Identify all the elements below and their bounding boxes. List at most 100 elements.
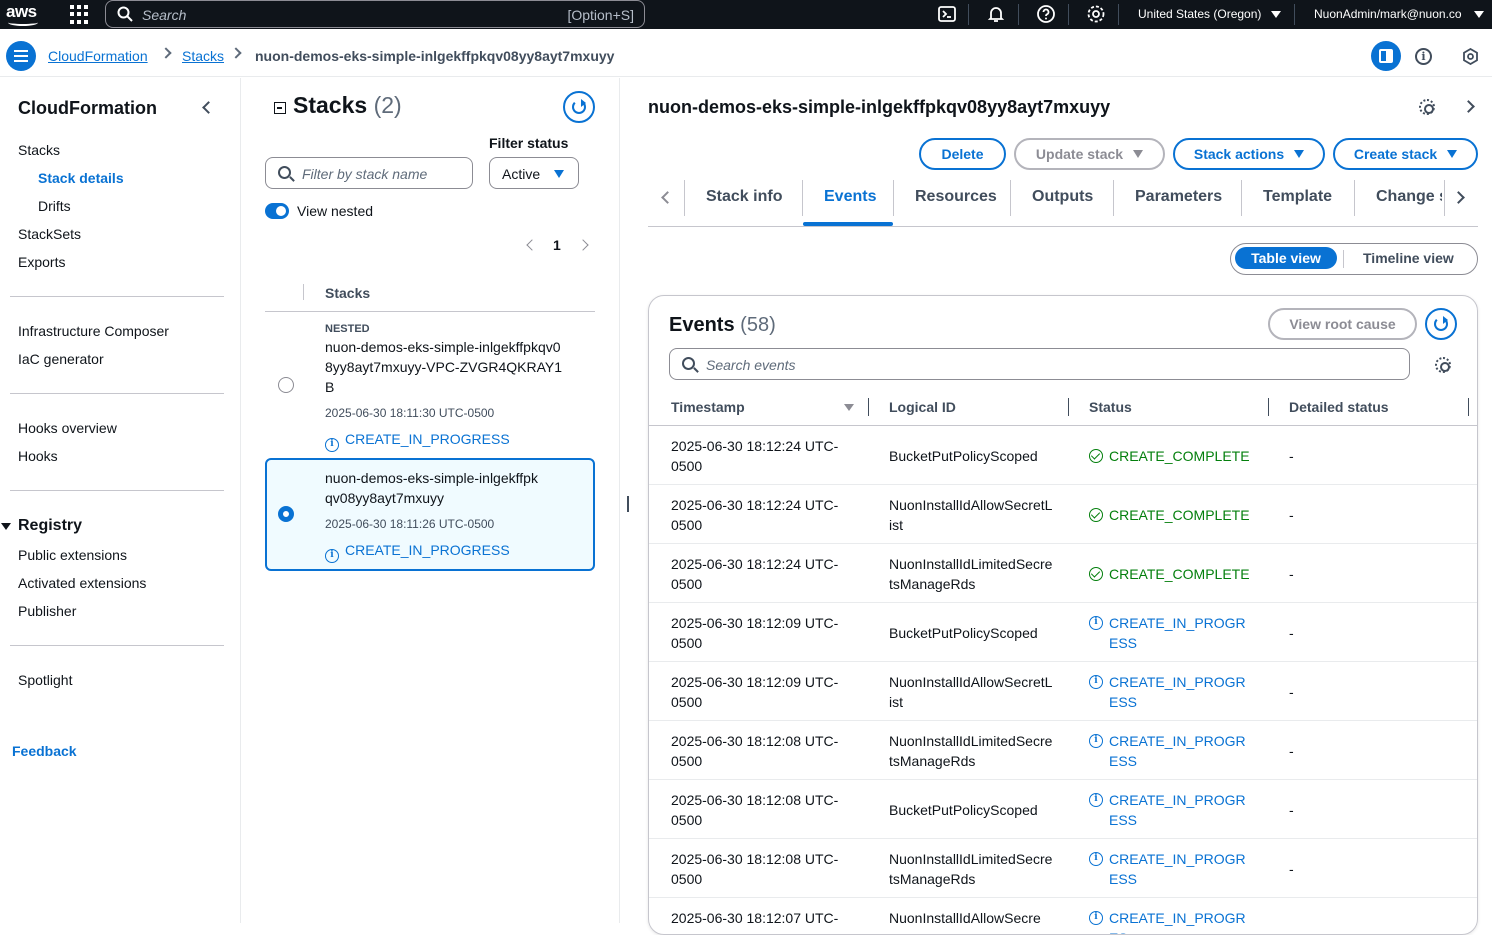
divider xyxy=(968,4,969,25)
bell-icon[interactable] xyxy=(986,4,1006,24)
settings-icon[interactable] xyxy=(1086,4,1106,24)
filter-status-select[interactable]: Active xyxy=(489,157,579,189)
event-logical-id: BucketPutPolicyScoped xyxy=(889,448,1038,464)
delete-button[interactable]: Delete xyxy=(919,138,1006,170)
nav-item-stack-details[interactable]: Stack details xyxy=(38,170,124,186)
aws-logo[interactable]: aws xyxy=(6,2,42,26)
tab-change-sets[interactable]: Change s xyxy=(1376,188,1442,206)
stack-radio[interactable] xyxy=(278,377,294,393)
tab-stack-info[interactable]: Stack info xyxy=(706,188,782,206)
table-row: 2025-06-30 18:12:09 UTC-0500 BucketPutPo… xyxy=(649,603,1477,662)
nav-item-spotlight[interactable]: Spotlight xyxy=(18,672,72,688)
chevron-right-icon[interactable] xyxy=(1462,100,1475,113)
split-panel-icon[interactable] xyxy=(1371,41,1401,71)
stack-created-time: 2025-06-30 18:11:30 UTC-0500 xyxy=(325,406,495,420)
refresh-button[interactable] xyxy=(563,91,595,123)
event-timestamp: 2025-06-30 18:12:24 UTC-0500 xyxy=(671,438,839,474)
page-number[interactable]: 1 xyxy=(553,237,561,253)
event-timestamp: 2025-06-30 18:12:09 UTC-0500 xyxy=(671,674,839,710)
info-icon[interactable]: i xyxy=(1415,48,1432,65)
stack-actions-button[interactable]: Stack actions xyxy=(1173,138,1325,170)
nav-item-infrastructure-composer[interactable]: Infrastructure Composer xyxy=(18,323,169,339)
breadcrumb-bar: CloudFormation Stacks nuon-demos-eks-sim… xyxy=(0,35,1492,77)
nav-divider xyxy=(10,296,224,297)
settings-icon[interactable] xyxy=(1419,99,1435,115)
next-page-icon[interactable] xyxy=(577,239,589,251)
stack-tabs: Stack info Events Resources Outputs Para… xyxy=(648,178,1478,227)
event-detailed-status: - xyxy=(1289,625,1294,641)
event-detailed-status: - xyxy=(1289,507,1294,523)
column-header-status[interactable]: Status xyxy=(1089,399,1132,415)
timeline-view-button[interactable]: Timeline view xyxy=(1363,250,1454,266)
column-header-timestamp[interactable]: Timestamp xyxy=(671,399,745,415)
previous-page-icon[interactable] xyxy=(526,239,538,251)
view-nested-toggle[interactable] xyxy=(265,203,289,219)
global-search-input[interactable]: Search [Option+S] xyxy=(105,0,645,28)
nav-item-drifts[interactable]: Drifts xyxy=(38,198,71,214)
nav-item-hooks[interactable]: Hooks xyxy=(18,448,58,464)
nav-item-public-extensions[interactable]: Public extensions xyxy=(18,547,127,563)
events-container: Events (58) View root cause Search event… xyxy=(648,295,1478,935)
table-view-button[interactable]: Table view xyxy=(1235,247,1337,269)
collapse-panel-icon[interactable] xyxy=(274,102,286,114)
caret-down-icon[interactable] xyxy=(1,523,11,530)
tab-resources[interactable]: Resources xyxy=(915,188,997,206)
divider xyxy=(1294,4,1295,25)
event-detailed-status: - xyxy=(1289,743,1294,759)
tab-parameters[interactable]: Parameters xyxy=(1135,188,1222,206)
chevron-left-icon[interactable] xyxy=(661,191,674,204)
sort-desc-icon[interactable] xyxy=(844,404,854,411)
info-icon: i xyxy=(1089,734,1103,748)
stack-row[interactable]: NESTED nuon-demos-eks-simple-inlgekffpkq… xyxy=(265,314,595,454)
global-search-placeholder: Search xyxy=(142,7,187,23)
tab-outputs[interactable]: Outputs xyxy=(1032,188,1093,206)
feedback-link[interactable]: Feedback xyxy=(12,743,77,759)
column-header-logical-id[interactable]: Logical ID xyxy=(889,399,956,415)
services-grid-icon[interactable] xyxy=(70,5,89,24)
view-root-cause-button[interactable]: View root cause xyxy=(1268,308,1417,340)
event-timestamp: 2025-06-30 18:12:09 UTC-0500 xyxy=(671,615,839,651)
event-timestamp: 2025-06-30 18:12:24 UTC-0500 xyxy=(671,556,839,592)
info-icon: i xyxy=(1089,675,1103,689)
chevron-left-icon[interactable] xyxy=(202,101,215,114)
stack-radio-selected[interactable] xyxy=(278,506,294,522)
search-events-input[interactable]: Search events xyxy=(669,348,1410,380)
nav-item-stacksets[interactable]: StackSets xyxy=(18,226,81,242)
menu-button[interactable] xyxy=(6,41,36,71)
settings-hexagon-icon[interactable] xyxy=(1462,48,1479,65)
refresh-events-button[interactable] xyxy=(1425,308,1457,340)
event-timestamp: 2025-06-30 18:12:24 UTC-0500 xyxy=(671,497,839,533)
breadcrumb-stacks[interactable]: Stacks xyxy=(182,48,224,64)
chevron-right-icon[interactable] xyxy=(1452,191,1465,204)
divider xyxy=(1068,4,1069,25)
panel-resize-handle[interactable] xyxy=(627,496,629,512)
filter-stack-name-input[interactable]: Filter by stack name xyxy=(265,157,473,189)
event-status: CREATE_COMPLETE xyxy=(1089,505,1250,525)
caret-down-icon xyxy=(1447,150,1458,158)
nav-item-exports[interactable]: Exports xyxy=(18,254,65,270)
update-stack-button[interactable]: Update stack xyxy=(1014,138,1165,170)
nav-item-publisher[interactable]: Publisher xyxy=(18,603,76,619)
nav-item-stacks[interactable]: Stacks xyxy=(18,142,60,158)
column-header-detailed-status[interactable]: Detailed status xyxy=(1289,399,1389,415)
table-preferences-icon[interactable] xyxy=(1435,357,1451,373)
tab-events[interactable]: Events xyxy=(824,188,876,206)
nav-title[interactable]: CloudFormation xyxy=(18,98,157,119)
stack-row-selected[interactable]: nuon-demos-eks-simple-inlgekffpkqv08yy8a… xyxy=(265,458,595,571)
nav-item-activated-extensions[interactable]: Activated extensions xyxy=(18,575,146,591)
breadcrumb-cloudformation[interactable]: CloudFormation xyxy=(48,48,148,64)
tab-template[interactable]: Template xyxy=(1263,188,1332,206)
nav-item-hooks-overview[interactable]: Hooks overview xyxy=(18,420,117,436)
nav-section-registry[interactable]: Registry xyxy=(18,517,82,535)
column-header-stacks[interactable]: Stacks xyxy=(325,285,370,301)
create-stack-button[interactable]: Create stack xyxy=(1333,138,1478,170)
stack-created-time: 2025-06-30 18:11:26 UTC-0500 xyxy=(325,517,495,531)
cloudshell-icon[interactable] xyxy=(937,4,957,24)
nav-item-iac-generator[interactable]: IaC generator xyxy=(18,351,104,367)
account-menu[interactable]: NuonAdmin/mark@nuon.co xyxy=(1314,7,1462,21)
region-selector[interactable]: United States (Oregon) xyxy=(1138,7,1261,21)
help-icon[interactable] xyxy=(1036,4,1056,24)
nav-divider xyxy=(10,645,224,646)
caret-down-icon xyxy=(1271,11,1281,18)
event-status: i CREATE_IN_PROGRESS xyxy=(1089,849,1251,889)
